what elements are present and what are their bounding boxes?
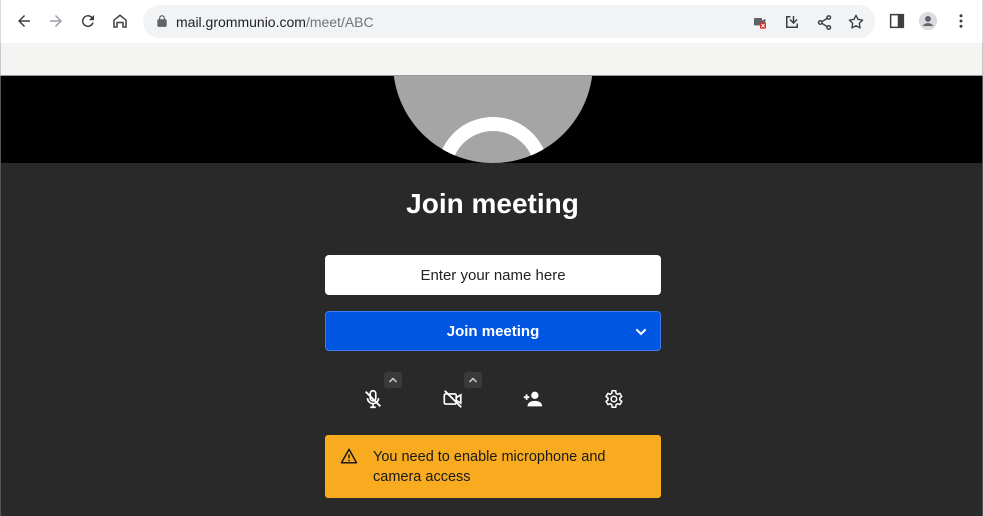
more-vert-icon [959, 14, 963, 28]
browser-menu-button[interactable] [951, 11, 971, 31]
install-icon [786, 16, 798, 28]
url-path: /meet/ABC [305, 14, 374, 30]
invite-button[interactable] [521, 387, 545, 411]
profile-avatar-icon [918, 11, 938, 31]
settings-button[interactable] [601, 387, 625, 411]
permission-warning: You need to enable microphone and camera… [325, 435, 661, 498]
page-header-strip [0, 43, 983, 76]
star-icon [848, 14, 864, 29]
home-button[interactable] [108, 9, 132, 33]
side-panel-button[interactable] [887, 11, 907, 31]
back-arrow-icon [18, 15, 30, 27]
chevron-up-icon [388, 377, 398, 383]
chevron-up-icon [468, 377, 478, 383]
camera-button[interactable] [441, 387, 465, 411]
join-meeting-button[interactable]: Join meeting [325, 311, 661, 351]
prejoin-panel: Join meeting Join meeting [0, 163, 983, 516]
page-title: Join meeting [406, 188, 579, 219]
reload-icon [81, 15, 94, 28]
name-input[interactable] [325, 255, 661, 295]
url-text: mail.grommunio.com/meet/ABC [176, 14, 374, 30]
url-domain: mail.grommunio.com [176, 14, 306, 30]
install-app-button[interactable] [783, 13, 801, 31]
address-bar[interactable]: mail.grommunio.com/meet/ABC [143, 5, 875, 38]
share-button[interactable] [815, 13, 833, 31]
user-avatar [393, 76, 593, 163]
forward-button[interactable] [44, 9, 68, 33]
forward-arrow-icon [50, 15, 62, 27]
share-icon [817, 14, 831, 30]
home-icon [113, 14, 127, 28]
join-meeting-label: Join meeting [446, 323, 540, 340]
camera-blocked-icon [754, 18, 766, 29]
microphone-button[interactable] [361, 387, 385, 411]
warning-text: You need to enable microphone and camera… [373, 449, 606, 485]
warning-icon [340, 448, 358, 464]
browser-toolbar: mail.grommunio.com/meet/ABC [0, 0, 983, 43]
chevron-down-icon[interactable] [633, 324, 649, 340]
bookmark-button[interactable] [847, 13, 865, 31]
lock-icon [157, 15, 167, 27]
camera-blocked-indicator[interactable] [751, 13, 769, 31]
back-button[interactable] [12, 9, 36, 33]
mic-off-icon [365, 389, 381, 409]
audio-settings-toggle[interactable] [384, 372, 402, 388]
add-person-icon [523, 391, 543, 407]
profile-button[interactable] [918, 11, 938, 31]
side-panel-icon [889, 13, 905, 29]
reload-button[interactable] [76, 9, 100, 33]
avatar-silhouette [437, 117, 549, 163]
video-off-icon [443, 390, 462, 408]
video-settings-toggle[interactable] [464, 372, 482, 388]
settings-icon [605, 389, 623, 409]
video-preview [0, 76, 983, 163]
